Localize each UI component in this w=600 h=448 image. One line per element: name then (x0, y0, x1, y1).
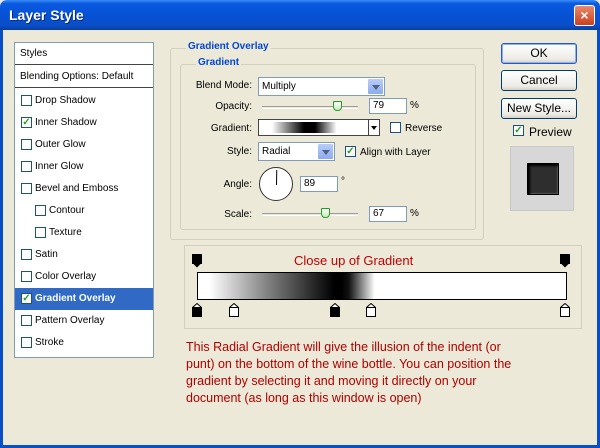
preview-checkbox[interactable]: ✓ (513, 125, 524, 136)
color-stop-1[interactable] (192, 303, 202, 317)
close-button[interactable]: × (574, 5, 595, 26)
cancel-button[interactable]: Cancel (501, 70, 577, 91)
gradient-title: Gradient (196, 57, 242, 68)
chevron-down-icon[interactable] (317, 143, 334, 160)
style-item-checkbox[interactable] (35, 205, 46, 216)
style-item-checkbox[interactable] (35, 227, 46, 238)
style-item-checkbox[interactable] (21, 161, 32, 172)
opacity-stop-left[interactable] (192, 254, 202, 268)
annotation-note: This Radial Gradient will give the illus… (186, 340, 512, 405)
style-item-color-overlay[interactable]: Color Overlay (15, 266, 153, 288)
angle-label: Angle: (223, 179, 252, 190)
gradient-dropdown-icon[interactable] (368, 120, 379, 135)
reverse-label: Reverse (405, 123, 443, 134)
style-item-inner-glow[interactable]: Inner Glow (15, 156, 153, 178)
styles-list: Styles Blending Options: Default Drop Sh… (14, 42, 154, 358)
title-bar[interactable]: Layer Style × (0, 0, 600, 30)
styles-header[interactable]: Styles (15, 43, 153, 65)
style-item-stroke[interactable]: Stroke (15, 332, 153, 354)
window-title: Layer Style (9, 7, 84, 23)
opacity-input[interactable]: 79 (369, 98, 407, 114)
style-item-checkbox[interactable] (21, 183, 32, 194)
gradient-label: Gradient: (210, 123, 252, 134)
style-item-label: Pattern Overlay (35, 315, 105, 326)
color-stop-3[interactable] (330, 303, 340, 317)
style-item-checkbox[interactable]: ✓ (21, 293, 32, 304)
blend-mode-select[interactable]: Multiply (258, 77, 385, 96)
style-item-label: Inner Glow (35, 161, 84, 172)
scale-unit: % (410, 208, 419, 219)
scale-input[interactable]: 67 (369, 206, 407, 222)
style-item-label: Contour (49, 205, 85, 216)
style-item-checkbox[interactable]: ✓ (21, 117, 32, 128)
style-item-checkbox[interactable] (21, 139, 32, 150)
angle-needle (276, 169, 278, 186)
style-item-contour[interactable]: Contour (15, 200, 153, 222)
style-preview (510, 146, 574, 211)
style-item-checkbox[interactable] (21, 337, 32, 348)
angle-input[interactable]: 89 (300, 176, 338, 192)
style-item-checkbox[interactable] (21, 315, 32, 326)
blend-mode-label: Blend Mode: (195, 80, 252, 91)
ok-button[interactable]: OK (501, 43, 577, 64)
style-item-label: Inner Shadow (35, 117, 97, 128)
blend-mode-value: Multiply (262, 81, 296, 92)
scale-slider-track[interactable] (262, 213, 358, 216)
style-item-label: Color Overlay (35, 271, 97, 282)
style-item-drop-shadow[interactable]: Drop Shadow (15, 90, 153, 112)
style-item-label: Gradient Overlay (35, 293, 116, 304)
reverse-checkbox[interactable] (390, 122, 401, 133)
style-item-label: Satin (35, 249, 58, 260)
opacity-slider-thumb[interactable] (332, 101, 342, 111)
align-with-layer-label: Align with Layer (360, 147, 431, 158)
opacity-unit: % (410, 100, 419, 111)
style-label: Style: (226, 146, 252, 157)
preview-swatch (527, 163, 559, 195)
new-style-button[interactable]: New Style... (501, 98, 577, 119)
gradient-overlay-title: Gradient Overlay (186, 41, 271, 52)
style-item-checkbox[interactable] (21, 249, 32, 260)
opacity-stop-right[interactable] (560, 254, 570, 268)
blending-options-item[interactable]: Blending Options: Default (15, 66, 153, 88)
style-item-label: Stroke (35, 337, 64, 348)
style-item-checkbox[interactable] (21, 271, 32, 282)
style-item-bevel-and-emboss[interactable]: Bevel and Emboss (15, 178, 153, 200)
scale-slider-thumb[interactable] (321, 208, 331, 218)
color-stop-2[interactable] (229, 303, 239, 317)
style-item-inner-shadow[interactable]: ✓ Inner Shadow (15, 112, 153, 134)
style-item-checkbox[interactable] (21, 95, 32, 106)
style-item-texture[interactable]: Texture (15, 222, 153, 244)
style-item-outer-glow[interactable]: Outer Glow (15, 134, 153, 156)
preview-label: Preview (529, 125, 572, 139)
scale-label: Scale: (224, 209, 252, 220)
gradient-preview[interactable] (261, 122, 369, 133)
color-stop-4[interactable] (366, 303, 376, 317)
style-item-satin[interactable]: Satin (15, 244, 153, 266)
close-icon: × (580, 7, 589, 23)
gradient-bar[interactable] (197, 272, 567, 300)
opacity-label: Opacity: (215, 101, 252, 112)
angle-unit: ° (341, 176, 345, 187)
gradient-picker[interactable] (258, 119, 380, 136)
style-item-label: Drop Shadow (35, 95, 96, 106)
closeup-title: Close up of Gradient (294, 253, 414, 268)
style-item-label: Outer Glow (35, 139, 86, 150)
style-item-label: Texture (49, 227, 82, 238)
chevron-down-icon[interactable] (367, 78, 384, 95)
style-value: Radial (262, 146, 291, 157)
style-select[interactable]: Radial (258, 142, 335, 161)
style-item-gradient-overlay[interactable]: ✓ Gradient Overlay (15, 288, 153, 310)
style-item-label: Bevel and Emboss (35, 183, 119, 194)
color-stop-5[interactable] (560, 303, 570, 317)
style-item-pattern-overlay[interactable]: Pattern Overlay (15, 310, 153, 332)
opacity-slider-track[interactable] (262, 106, 358, 109)
align-with-layer-checkbox[interactable]: ✓ (345, 146, 356, 157)
angle-dial[interactable] (259, 167, 293, 201)
